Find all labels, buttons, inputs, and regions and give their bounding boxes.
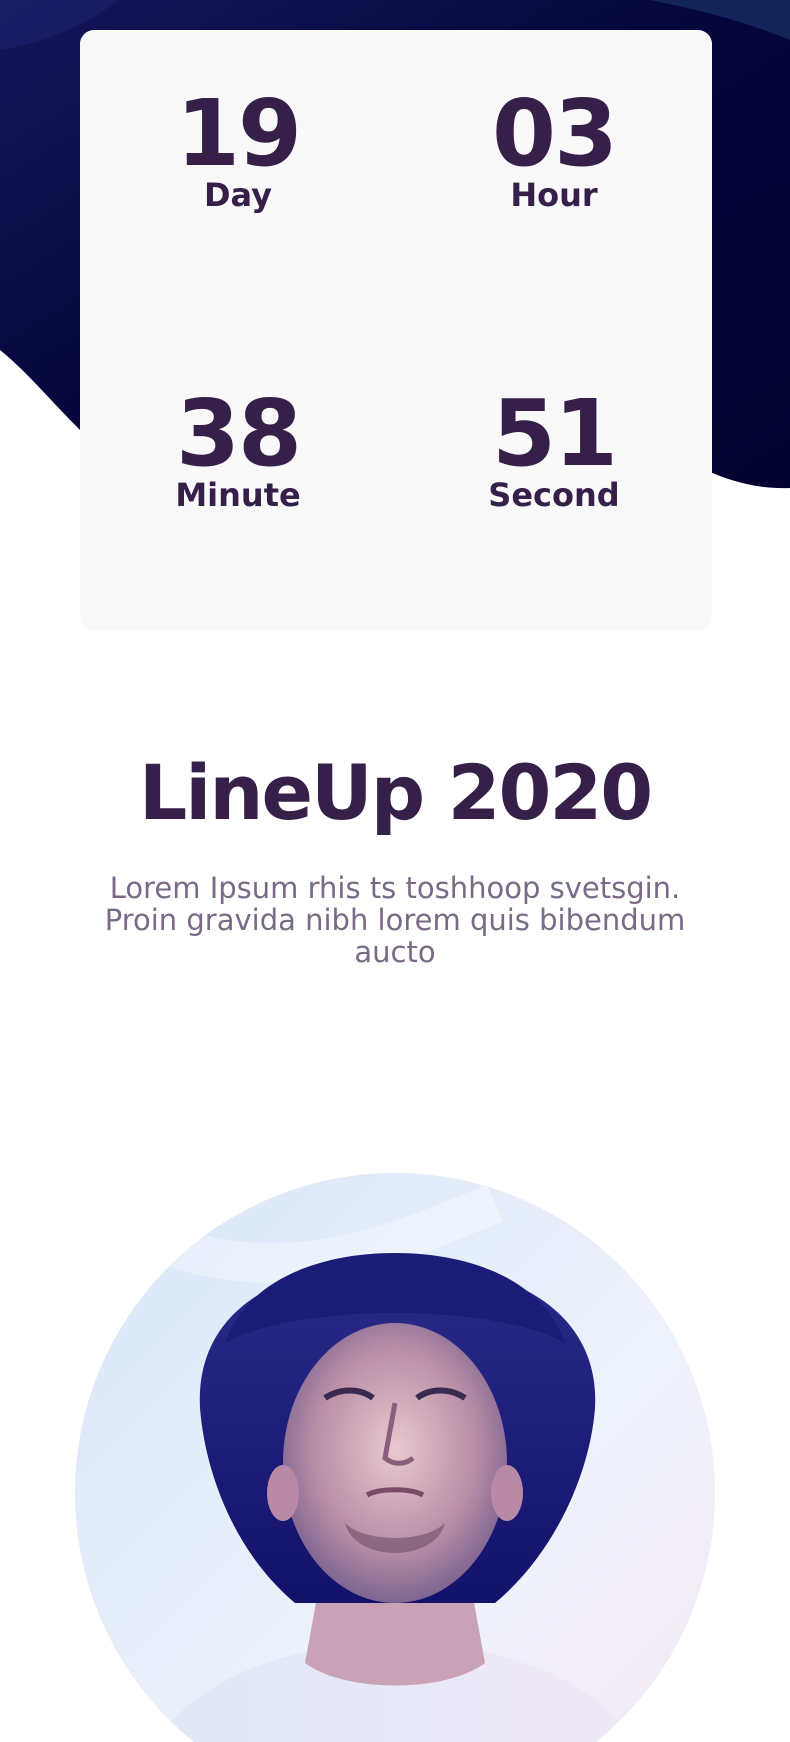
artist-photo[interactable] <box>75 1173 715 1742</box>
countdown-card: 19 Day 03 Hour 38 Minute 51 Second <box>80 30 712 630</box>
lineup-title: LineUp 2020 <box>138 748 653 837</box>
artist-portrait-image <box>75 1173 715 1742</box>
countdown-hour: 03 Hour <box>396 80 712 215</box>
countdown-minute-value: 38 <box>175 380 302 487</box>
countdown-second: 51 Second <box>396 380 712 515</box>
countdown-second-label: Second <box>488 476 620 514</box>
lineup-description: Lorem Ipsum rhis ts toshhoop svetsgin. P… <box>104 871 686 969</box>
countdown-minute-label: Minute <box>175 476 301 514</box>
countdown-day: 19 Day <box>80 80 396 215</box>
countdown-minute: 38 Minute <box>80 380 396 515</box>
countdown-hour-label: Hour <box>510 176 598 214</box>
countdown-second-value: 51 <box>491 380 618 487</box>
countdown-hour-value: 03 <box>491 80 618 187</box>
countdown-day-label: Day <box>203 176 273 214</box>
countdown-day-value: 19 <box>175 80 302 187</box>
page: 19 Day 03 Hour 38 Minute 51 Second LineU… <box>0 0 790 1742</box>
